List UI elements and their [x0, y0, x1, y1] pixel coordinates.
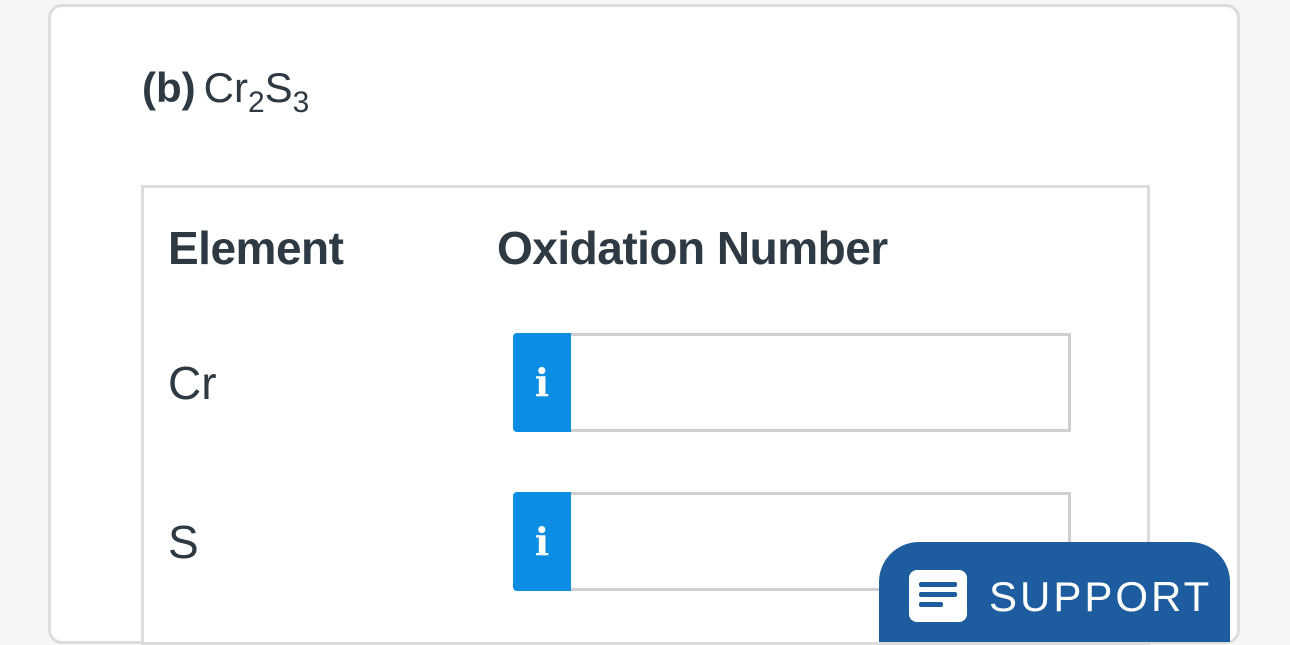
part-label: (b)	[142, 64, 196, 111]
column-header-oxidation-number: Oxidation Number	[497, 222, 888, 274]
row-element-label: S	[168, 516, 199, 568]
support-label: SUPPORT	[989, 573, 1213, 620]
question-heading: (b) Cr2S3	[142, 62, 310, 118]
formula-element-2: S	[264, 64, 293, 111]
formula-element-1: Cr	[203, 64, 248, 111]
row-element-label: Cr	[168, 357, 217, 409]
oxidation-answer-field: i	[513, 333, 1071, 432]
oxidation-number-input[interactable]	[571, 333, 1071, 432]
support-button[interactable]: SUPPORT	[879, 542, 1230, 642]
info-icon: i	[534, 519, 550, 564]
info-icon: i	[534, 360, 550, 405]
formula-subscript-2: 3	[292, 86, 310, 119]
column-header-element: Element	[168, 222, 344, 274]
info-button[interactable]: i	[513, 333, 571, 432]
formula-subscript-1: 2	[247, 86, 265, 119]
info-button[interactable]: i	[513, 492, 571, 591]
chemical-formula: Cr2S3	[203, 64, 310, 118]
chat-lines-icon	[909, 570, 967, 622]
